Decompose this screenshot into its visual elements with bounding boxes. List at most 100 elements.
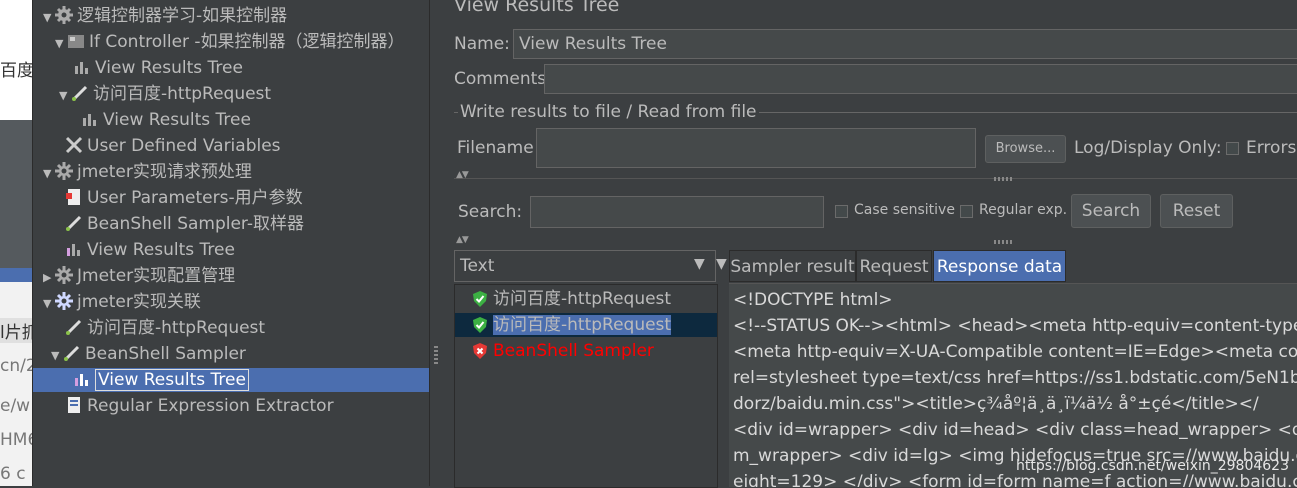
comments-field[interactable] xyxy=(544,64,1297,94)
tree-node[interactable]: User Parameters-用户参数 xyxy=(65,186,303,210)
write-results-group-label: Write results to file / Read from file xyxy=(458,102,759,122)
strip-fragment: l片抓 xyxy=(0,318,32,343)
expand-arrow-icon[interactable]: ▼ xyxy=(51,344,63,368)
case-sensitive-label: Case sensitive xyxy=(854,202,955,218)
tree-node-label: View Results Tree xyxy=(103,110,251,130)
tree-node-selected[interactable]: View Results Tree xyxy=(33,368,430,392)
result-item-error[interactable]: BeanShell Sampler xyxy=(455,339,717,363)
section-divider xyxy=(454,178,1297,179)
result-item-label: 访问百度-httpRequest xyxy=(493,315,672,335)
error-shield-icon xyxy=(473,342,487,359)
gear-icon xyxy=(55,6,73,24)
result-item-selected[interactable]: 访问百度-httpRequest xyxy=(455,313,717,337)
wrench-icon xyxy=(65,136,83,154)
browse-button[interactable]: Browse... xyxy=(985,135,1066,163)
tree-node[interactable]: BeanShell Sampler-取样器 xyxy=(65,212,304,236)
strip-fragment: 6 c xyxy=(0,464,26,484)
expand-arrow-icon[interactable]: ▶ xyxy=(43,266,55,290)
splitter-grip[interactable] xyxy=(434,346,438,366)
success-shield-icon xyxy=(473,290,487,307)
user-params-icon xyxy=(65,188,83,206)
tree-node[interactable]: User Defined Variables xyxy=(65,134,281,158)
watermark-text: https://blog.csdn.net/weixin_29804623 xyxy=(1015,458,1289,474)
tab-response-data[interactable]: Response data xyxy=(933,250,1066,282)
tree-node[interactable]: 访问百度-httpRequest xyxy=(65,316,265,340)
if-controller-icon xyxy=(67,32,85,50)
search-label: Search: xyxy=(458,202,523,222)
chevron-down-icon[interactable]: ▼ xyxy=(694,256,705,272)
tree-node-label: jmeter实现请求预处理 xyxy=(77,162,252,182)
tree-node[interactable]: View Results Tree xyxy=(65,238,235,262)
filename-field[interactable] xyxy=(536,128,976,168)
tree-node-label: 访问百度-httpRequest xyxy=(93,84,272,104)
tree-node-label: 逻辑控制器学习-如果控制器 xyxy=(77,6,288,26)
strip-fragment: e/w xyxy=(0,396,31,416)
tree-node-label: View Results Tree xyxy=(95,369,249,391)
tree-node-label: View Results Tree xyxy=(87,240,235,260)
response-line: eight=129> </div> <form id=form name=f a… xyxy=(733,472,1297,487)
results-tree-icon xyxy=(65,240,83,258)
tree-node-label: BeanShell Sampler-取样器 xyxy=(87,214,304,234)
expand-arrow-icon[interactable]: ▼ xyxy=(55,32,67,56)
regex-label: Regular exp. xyxy=(979,202,1068,218)
tree-node-label: If Controller -如果控制器（逻辑控制器） xyxy=(89,32,405,52)
search-input[interactable] xyxy=(530,196,824,228)
tree-node[interactable]: ▶ Jmeter实现配置管理 xyxy=(43,264,235,288)
expand-arrow-icon[interactable]: ▼ xyxy=(43,292,55,316)
renderer-select-value: Text xyxy=(460,256,495,276)
expand-arrow-icon[interactable]: ▼ xyxy=(43,6,55,30)
gear-icon xyxy=(55,292,73,310)
name-label: Name: xyxy=(454,34,510,54)
search-button[interactable]: Search xyxy=(1071,194,1151,228)
chevron-down-icon[interactable]: ▼ xyxy=(716,256,727,272)
comments-label: Comments: xyxy=(454,69,552,89)
collapse-arrows-icon[interactable]: ▲▼ xyxy=(456,170,469,180)
result-item[interactable]: 访问百度-httpRequest xyxy=(455,287,717,311)
pane-splitter[interactable] xyxy=(429,0,445,486)
filename-label: Filename xyxy=(457,138,534,158)
strip-fragment: HM6 xyxy=(0,430,32,450)
tree-node[interactable]: ▼ BeanShell Sampler xyxy=(51,342,246,366)
pipette-icon xyxy=(65,318,83,336)
case-sensitive-checkbox[interactable] xyxy=(835,205,848,218)
renderer-select[interactable]: Text xyxy=(454,250,716,282)
tree-node-label: User Defined Variables xyxy=(87,136,281,156)
tree-node[interactable]: View Results Tree xyxy=(73,56,243,80)
tree-node-label: User Parameters-用户参数 xyxy=(87,188,303,208)
resize-grip-icon[interactable] xyxy=(994,177,1014,181)
resize-grip-icon[interactable] xyxy=(994,240,1014,244)
tree-node-label: 访问百度-httpRequest xyxy=(87,318,266,338)
reset-button[interactable]: Reset xyxy=(1160,194,1233,228)
response-line: <!--STATUS OK--><html> <head><meta http-… xyxy=(733,316,1297,336)
response-line: <div id=wrapper> <div id=head> <div clas… xyxy=(733,420,1297,440)
tree-node[interactable]: ▼ 访问百度-httpRequest xyxy=(59,82,271,106)
tree-node[interactable]: ▼ jmeter实现请求预处理 xyxy=(43,160,252,184)
success-shield-icon xyxy=(473,316,487,333)
collapse-arrows-icon[interactable]: ▲▼ xyxy=(456,235,469,245)
background-window-strip: 百度 l片抓 cn/2 e/w HM6 6 c xyxy=(0,0,32,486)
test-plan-tree[interactable]: ▼ 逻辑控制器学习-如果控制器 ▼ If Controller -如果控制器（逻辑控… xyxy=(32,0,430,486)
gear-icon xyxy=(55,162,73,180)
results-tree-icon xyxy=(73,370,91,388)
pipette-icon xyxy=(65,214,83,232)
results-tree-panel: View Results Tree Name: View Results Tre… xyxy=(444,0,1297,488)
tree-node[interactable]: ▼ If Controller -如果控制器（逻辑控制器） xyxy=(55,30,405,54)
tree-node[interactable]: View Results Tree xyxy=(81,108,251,132)
tree-node[interactable]: Regular Expression Extractor xyxy=(65,394,334,418)
errors-label: Errors xyxy=(1246,138,1297,158)
expand-arrow-icon[interactable]: ▼ xyxy=(43,162,55,186)
tree-node[interactable]: ▼ jmeter实现关联 xyxy=(43,290,201,314)
pipette-icon xyxy=(63,344,81,362)
log-display-label: Log/Display Only: xyxy=(1074,138,1222,158)
extractor-icon xyxy=(65,396,83,414)
errors-checkbox[interactable] xyxy=(1226,142,1239,155)
regex-checkbox[interactable] xyxy=(960,205,973,218)
tree-node[interactable]: ▼ 逻辑控制器学习-如果控制器 xyxy=(43,4,287,28)
tab-request[interactable]: Request xyxy=(856,250,932,282)
expand-arrow-icon[interactable]: ▼ xyxy=(59,84,71,108)
response-data-text[interactable]: <!DOCTYPE html> <!--STATUS OK--><html> <… xyxy=(729,283,1297,487)
tree-node-label: View Results Tree xyxy=(95,58,243,78)
name-field[interactable]: View Results Tree xyxy=(513,29,1297,59)
tab-sampler-result[interactable]: Sampler result xyxy=(729,250,856,282)
sample-results-list[interactable]: 访问百度-httpRequest 访问百度-httpRequest BeanSh… xyxy=(454,284,718,488)
